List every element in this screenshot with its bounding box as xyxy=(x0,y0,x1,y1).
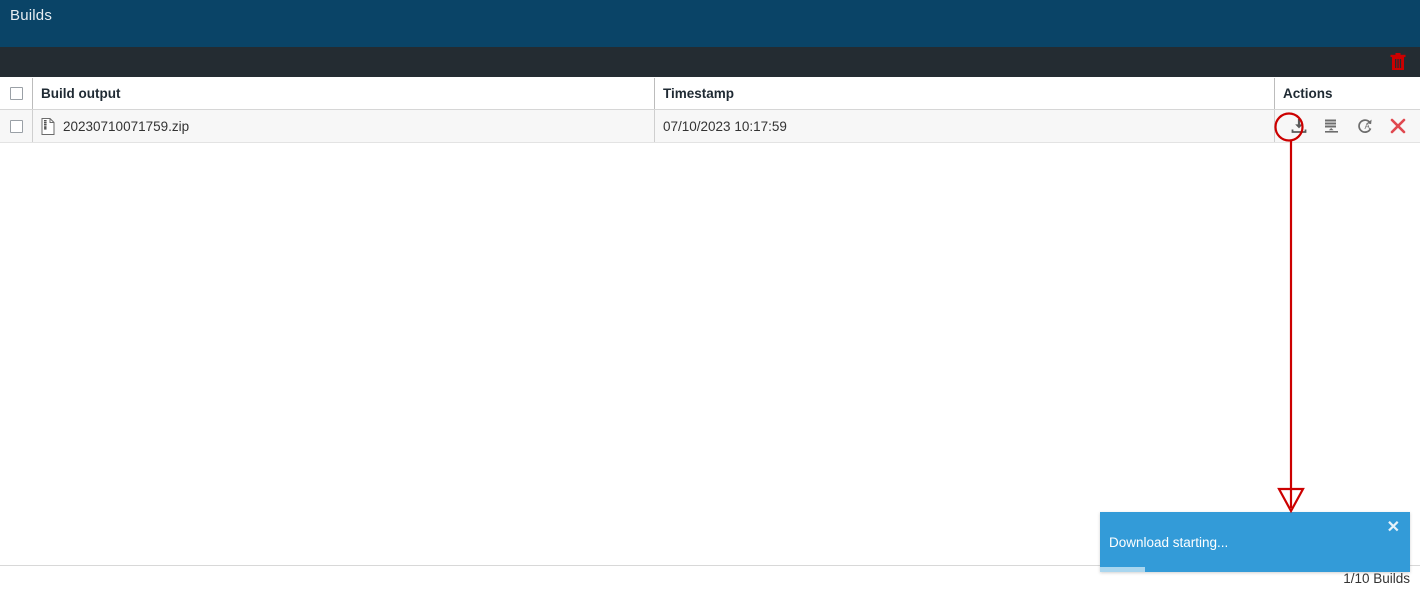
column-header-label: Build output xyxy=(41,86,121,101)
download-icon[interactable] xyxy=(1289,116,1309,136)
column-header-actions: Actions xyxy=(1274,78,1420,109)
trash-icon[interactable] xyxy=(1390,53,1406,71)
cell-actions: A xyxy=(1274,110,1420,142)
builds-table: Build output Timestamp Actions 202307100… xyxy=(0,77,1420,143)
select-all-checkbox[interactable] xyxy=(9,87,23,100)
action-toolbar xyxy=(0,47,1420,77)
column-header-timestamp[interactable]: Timestamp xyxy=(654,78,1274,109)
toast-progress-bar xyxy=(1100,567,1145,572)
zip-file-icon xyxy=(41,117,55,135)
toast-message: Download starting... xyxy=(1109,535,1229,550)
svg-text:A: A xyxy=(1365,122,1371,131)
builds-count-label: 1/10 Builds xyxy=(1343,571,1410,586)
annotation-arrow-head xyxy=(1277,487,1305,514)
title-bar: Builds xyxy=(0,0,1420,47)
move-to-folder-icon[interactable] xyxy=(1322,116,1342,136)
column-header-label: Actions xyxy=(1283,86,1333,101)
build-timestamp: 07/10/2023 10:17:59 xyxy=(663,118,787,134)
download-toast[interactable]: Download starting... ✕ xyxy=(1100,512,1410,572)
row-select-cell xyxy=(0,110,32,142)
column-header-label: Timestamp xyxy=(663,86,735,101)
table-header-row: Build output Timestamp Actions xyxy=(0,77,1420,110)
page-title: Builds xyxy=(10,7,53,24)
select-all-cell xyxy=(0,78,32,109)
table-row[interactable]: 20230710071759.zip 07/10/2023 10:17:59 A xyxy=(0,110,1420,143)
build-output-name: 20230710071759.zip xyxy=(63,118,190,134)
row-select-checkbox[interactable] xyxy=(9,119,23,133)
column-header-build-output[interactable]: Build output xyxy=(32,78,654,109)
cell-build-output: 20230710071759.zip xyxy=(32,110,654,142)
redeploy-icon[interactable]: A xyxy=(1355,116,1375,136)
delete-icon[interactable] xyxy=(1388,116,1408,136)
close-icon[interactable]: ✕ xyxy=(1387,520,1400,536)
cell-timestamp: 07/10/2023 10:17:59 xyxy=(654,110,1274,142)
